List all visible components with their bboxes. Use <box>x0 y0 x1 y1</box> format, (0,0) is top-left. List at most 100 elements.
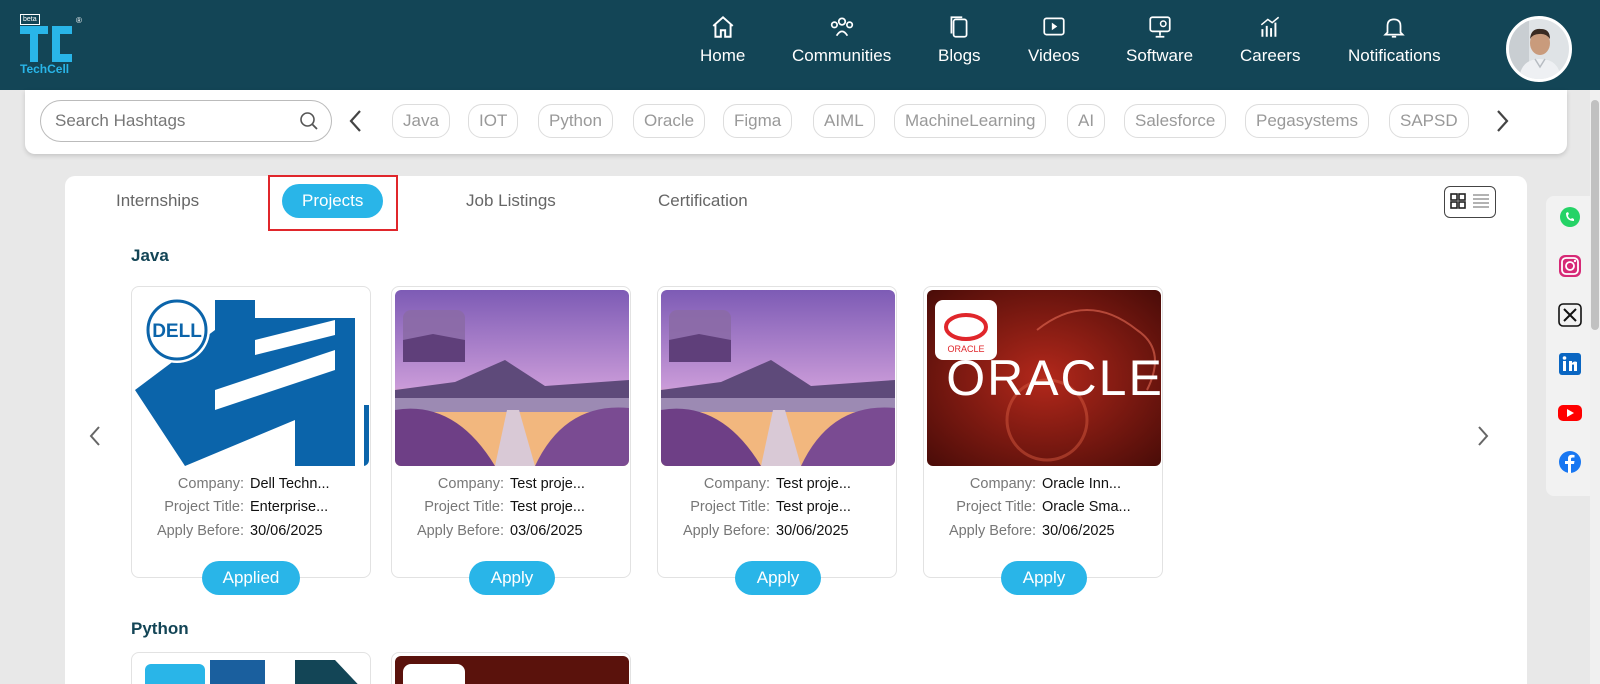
hashtag-chip[interactable]: SAPSD <box>1389 104 1469 138</box>
project-card[interactable]: Company: Test proje... Project Title: Test… <box>657 286 898 595</box>
selection-highlight <box>268 175 398 231</box>
carousel-prev-icon[interactable] <box>87 424 103 448</box>
title-row: Project Title: Oracle Sma... <box>924 499 1164 515</box>
careers-icon <box>1261 16 1280 37</box>
communities-icon <box>830 17 853 37</box>
apply-button[interactable]: Apply <box>735 561 821 595</box>
youtube-icon[interactable] <box>1557 400 1583 426</box>
page-scrollbar[interactable] <box>1590 90 1600 684</box>
oracle-badge-text: ORACLE <box>947 344 984 354</box>
nav-label: Software <box>1126 46 1194 65</box>
tab-job-listings[interactable]: Job Listings <box>466 184 556 218</box>
project-card[interactable] <box>131 652 371 684</box>
hashtag-chip[interactable]: Python <box>538 104 613 138</box>
deadline-label: Apply Before: <box>156 523 244 539</box>
project-thumbnail: ORACLE ORACLE <box>927 290 1161 466</box>
dell-logo-image: DELL <box>135 290 369 466</box>
dell-logo-text: DELL <box>152 321 202 342</box>
title-row: Project Title: Test proje... <box>392 499 632 515</box>
nav-videos[interactable]: Videos <box>1028 14 1080 74</box>
company-value: Oracle Inn... <box>1042 476 1121 492</box>
tab-certification[interactable]: Certification <box>658 184 748 218</box>
nav-communities[interactable]: Communities <box>792 14 891 74</box>
nav-label: Careers <box>1240 46 1301 65</box>
nav-home[interactable]: Home <box>700 14 745 74</box>
project-thumbnail <box>661 290 895 466</box>
apply-button[interactable]: Apply <box>1001 561 1087 595</box>
project-card[interactable] <box>391 652 631 684</box>
deadline-row: Apply Before: 30/06/2025 <box>132 523 372 539</box>
nav-label: Home <box>700 46 746 65</box>
applied-button[interactable]: Applied <box>202 561 300 595</box>
instagram-icon[interactable] <box>1557 253 1583 279</box>
hashtag-chip[interactable]: AIML <box>813 104 875 138</box>
landscape-image <box>661 290 895 466</box>
home-icon <box>712 15 734 38</box>
grid-list-icon <box>1450 193 1489 209</box>
project-thumbnail <box>135 656 369 684</box>
python-card-image <box>395 656 629 684</box>
nav-careers[interactable]: Careers <box>1240 14 1300 74</box>
company-row: Company: Dell Techn... <box>132 476 372 492</box>
company-value: Dell Techn... <box>250 476 330 492</box>
blogs-icon <box>950 16 968 38</box>
search-icon[interactable] <box>299 111 319 131</box>
hashtag-chip[interactable]: IOT <box>468 104 519 138</box>
deadline-row: Apply Before: 30/06/2025 <box>924 523 1164 539</box>
hashtag-chip[interactable]: Salesforce <box>1124 104 1227 138</box>
deadline-label: Apply Before: <box>948 523 1036 539</box>
nav-software[interactable]: Software <box>1126 14 1193 74</box>
nav-blogs[interactable]: Blogs <box>938 14 981 74</box>
hashtag-bar: Java IOT Python Oracle Figma AIML Machin… <box>25 90 1567 154</box>
title-value: Test proje... <box>776 499 851 515</box>
apply-button[interactable]: Apply <box>469 561 555 595</box>
title-value: Test proje... <box>510 499 585 515</box>
scrollbar-thumb[interactable] <box>1591 100 1599 330</box>
chevron-right-icon[interactable] <box>1492 108 1512 134</box>
search-box[interactable] <box>40 100 332 142</box>
logo-mark-icon <box>20 26 72 62</box>
user-photo <box>1509 19 1569 79</box>
hashtag-chip[interactable]: Oracle <box>633 104 706 138</box>
nav-label: Communities <box>792 46 892 65</box>
hashtag-chip[interactable]: Java <box>392 104 450 138</box>
hashtag-chip[interactable]: Figma <box>723 104 793 138</box>
project-thumbnail <box>395 290 629 466</box>
project-card[interactable]: Company: Test proje... Project Title: Test… <box>391 286 632 595</box>
project-card[interactable]: DELL Company: Dell Techn... Project Title… <box>131 286 372 595</box>
company-label: Company: <box>703 476 770 492</box>
company-label: Company: <box>437 476 504 492</box>
title-value: Oracle Sma... <box>1042 499 1131 515</box>
carousel-next-icon[interactable] <box>1475 424 1491 448</box>
search-input[interactable] <box>55 110 285 132</box>
title-label: Project Title: <box>164 499 244 515</box>
project-thumbnail: DELL <box>135 290 369 466</box>
nav-notifications[interactable]: Notifications <box>1348 14 1441 74</box>
techcell-logo[interactable]: beta ® TechCell <box>18 14 88 78</box>
company-row: Company: Test proje... <box>658 476 898 492</box>
hashtag-chip[interactable]: AI <box>1067 104 1106 138</box>
section-title-python: Python <box>131 619 189 638</box>
nav-label: Videos <box>1028 46 1080 65</box>
nav-label: Notifications <box>1348 46 1441 65</box>
tab-internships[interactable]: Internships <box>116 184 199 218</box>
view-toggle[interactable] <box>1444 186 1496 218</box>
brand-name: TechCell <box>20 62 70 76</box>
deadline-value: 30/06/2025 <box>776 523 849 539</box>
facebook-icon[interactable] <box>1557 449 1583 475</box>
bell-icon <box>1383 18 1406 38</box>
project-card[interactable]: ORACLE ORACLE Company: Oracle Inn... Proj… <box>923 286 1164 595</box>
x-icon[interactable] <box>1557 302 1583 328</box>
title-row: Project Title: Test proje... <box>658 499 898 515</box>
company-label: Company: <box>177 476 244 492</box>
project-thumbnail <box>395 656 629 684</box>
main-panel: Internships Projects Job Listings Certif… <box>65 175 1527 684</box>
python-card-image <box>135 656 369 684</box>
whatsapp-icon[interactable] <box>1557 204 1583 230</box>
chevron-left-icon[interactable] <box>346 108 366 134</box>
avatar[interactable] <box>1506 16 1572 82</box>
software-icon <box>1148 16 1171 38</box>
hashtag-chip[interactable]: Pegasystems <box>1245 104 1370 138</box>
hashtag-chip[interactable]: MachineLearning <box>894 104 1047 138</box>
linkedin-icon[interactable] <box>1557 351 1583 377</box>
